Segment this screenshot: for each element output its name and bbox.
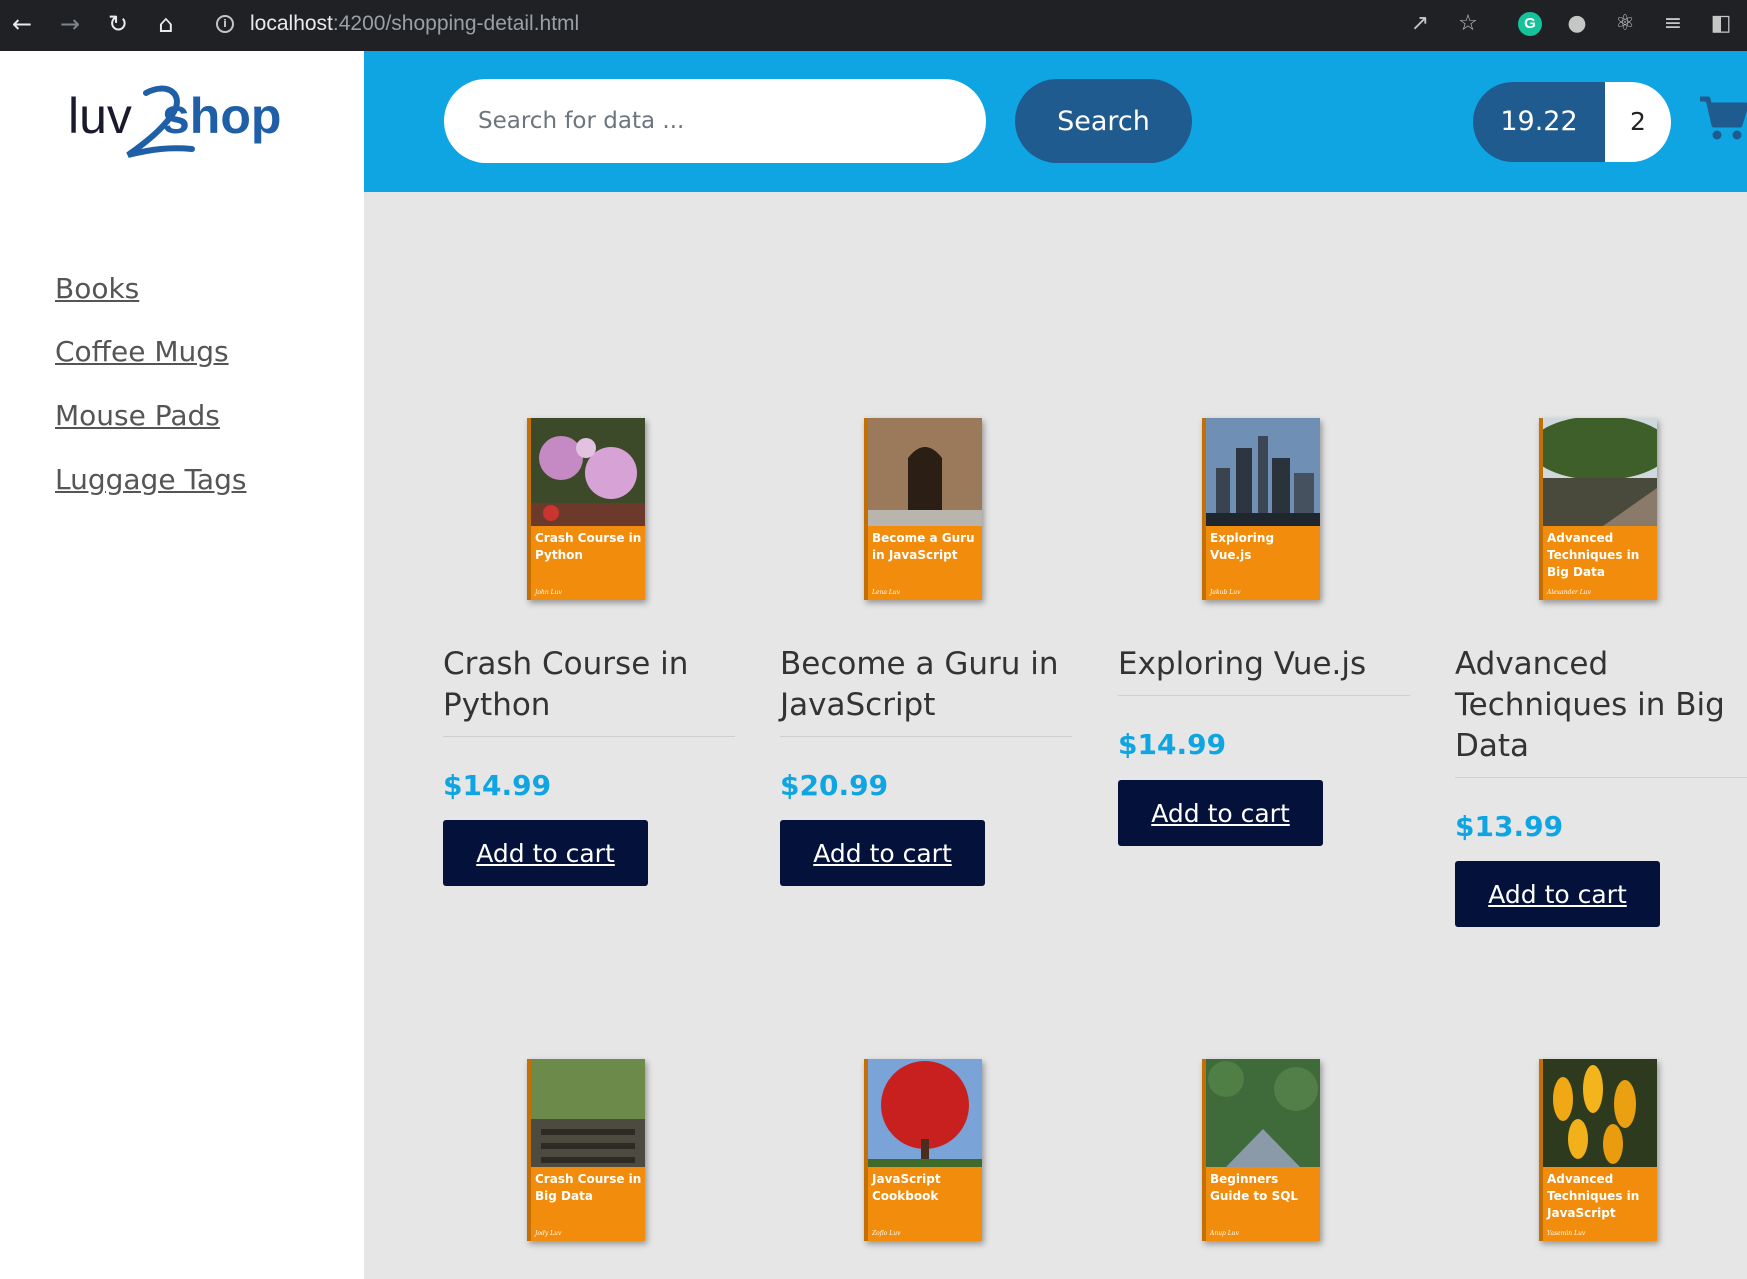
book-cover-image[interactable]: Exploring Vue.js Jakub Luv	[1202, 418, 1320, 600]
cover-photo	[868, 418, 982, 526]
reading-list-icon[interactable]: ≡	[1660, 11, 1686, 37]
cover-photo	[531, 1059, 645, 1167]
product-price: $20.99	[780, 769, 889, 802]
product-price: $14.99	[1118, 728, 1227, 761]
sidebar-item-books[interactable]: Books	[55, 272, 139, 305]
site-info-icon[interactable]: i	[216, 15, 234, 33]
cover-photo	[1206, 418, 1320, 526]
product-title[interactable]: Crash Course in Python	[443, 644, 735, 737]
sidebar-item-luggage-tags[interactable]: Luggage Tags	[55, 463, 246, 496]
cover-photo	[531, 418, 645, 526]
svg-text:luv: luv	[68, 88, 132, 144]
top-header: Search 19.22 2	[364, 51, 1747, 192]
url-text[interactable]: localhost:4200/shopping-detail.html	[250, 12, 579, 36]
product-price: $14.99	[443, 769, 552, 802]
grammarly-extension-icon[interactable]: G	[1518, 12, 1542, 36]
extension-icon[interactable]: ●	[1564, 11, 1590, 37]
forward-arrow-icon[interactable]: →	[56, 10, 84, 38]
add-to-cart-button[interactable]: Add to cart	[780, 820, 985, 886]
cover-photo	[868, 1059, 982, 1167]
book-cover-image[interactable]: Crash Course in Python John Luv	[527, 418, 645, 600]
extensions-puzzle-icon[interactable]: ⚛	[1612, 11, 1638, 37]
address-bar[interactable]: i localhost:4200/shopping-detail.html	[198, 4, 1398, 44]
luv2shop-logo[interactable]: luv shop	[68, 81, 308, 161]
logo-panel: luv shop	[0, 51, 364, 192]
product-title[interactable]: Become a Guru in JavaScript	[780, 644, 1072, 737]
cart-quantity[interactable]: 2	[1605, 82, 1671, 162]
browser-toolbar: ← → ↻ ⌂ i localhost:4200/shopping-detail…	[0, 0, 1747, 51]
product-title[interactable]: Exploring Vue.js	[1118, 644, 1410, 696]
home-icon[interactable]: ⌂	[152, 10, 180, 38]
book-cover-image[interactable]: JavaScript Cookbook Zoflo Luv	[864, 1059, 982, 1241]
back-arrow-icon[interactable]: ←	[8, 10, 36, 38]
sidebar-item-mouse-pads[interactable]: Mouse Pads	[55, 399, 220, 432]
share-icon[interactable]: ↗	[1407, 11, 1433, 37]
add-to-cart-button[interactable]: Add to cart	[1455, 861, 1660, 927]
product-title[interactable]: Advanced Techniques in Big Data	[1455, 644, 1747, 778]
cover-photo	[1543, 1059, 1657, 1167]
cover-photo	[1543, 418, 1657, 526]
bookmark-star-icon[interactable]: ☆	[1455, 11, 1481, 37]
svg-text:shop: shop	[162, 88, 281, 144]
shopping-cart-icon[interactable]	[1698, 93, 1747, 143]
search-button[interactable]: Search	[1015, 79, 1192, 163]
book-cover-image[interactable]: Advanced Techniques in JavaScript Yasemi…	[1539, 1059, 1657, 1241]
search-input[interactable]	[444, 79, 986, 163]
sidebar-item-coffee-mugs[interactable]: Coffee Mugs	[55, 335, 229, 368]
book-cover-image[interactable]: Beginners Guide to SQL Anup Luv	[1202, 1059, 1320, 1241]
book-cover-image[interactable]: Advanced Techniques in Big Data Alexande…	[1539, 418, 1657, 600]
add-to-cart-button[interactable]: Add to cart	[443, 820, 648, 886]
product-price: $13.99	[1455, 810, 1564, 843]
cover-photo	[1206, 1059, 1320, 1167]
book-cover-image[interactable]: Crash Course in Big Data Jody Luv	[527, 1059, 645, 1241]
cart-total-price[interactable]: 19.22	[1473, 82, 1605, 162]
side-panel-icon[interactable]: ◧	[1708, 11, 1734, 37]
book-cover-image[interactable]: Become a Guru in JavaScript Lena Luv	[864, 418, 982, 600]
category-sidebar: Books Coffee Mugs Mouse Pads Luggage Tag…	[0, 192, 364, 1279]
add-to-cart-button[interactable]: Add to cart	[1118, 780, 1323, 846]
reload-icon[interactable]: ↻	[104, 10, 132, 38]
